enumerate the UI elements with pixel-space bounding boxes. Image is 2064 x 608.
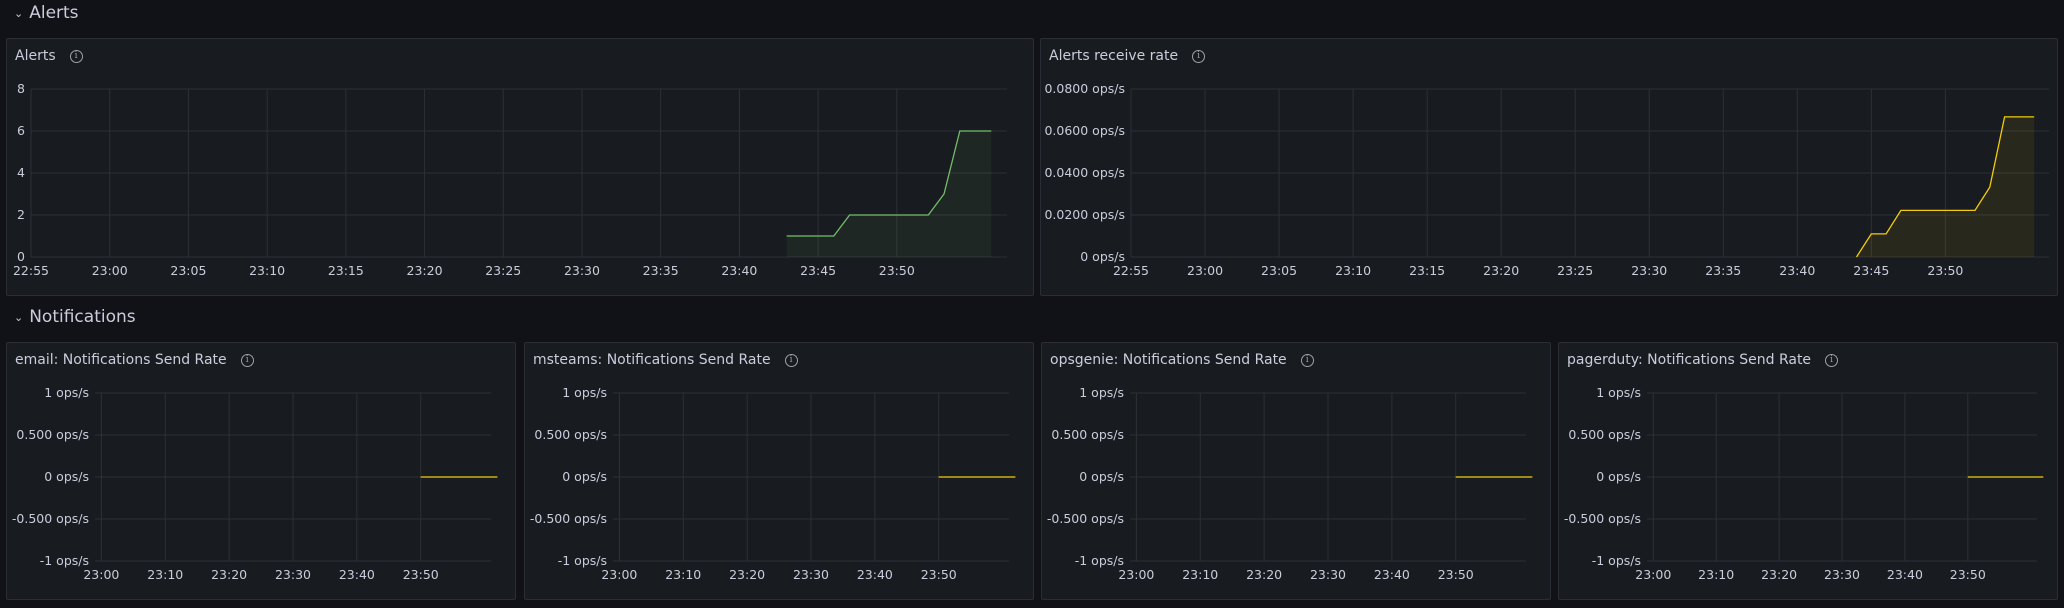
x-tick-label: 23:20 <box>729 567 765 582</box>
x-tick-label: 23:05 <box>170 263 206 278</box>
x-tick-label: 23:10 <box>1182 567 1218 582</box>
x-tick-label: 23:50 <box>403 567 439 582</box>
y-tick-label: 0.500 ops/s <box>16 427 89 442</box>
x-tick-label: 23:20 <box>1483 263 1519 278</box>
x-tick-label: 23:35 <box>643 263 679 278</box>
y-tick-label: 0.0800 ops/s <box>1044 81 1125 96</box>
y-tick-label: 0.0600 ops/s <box>1044 123 1125 138</box>
row-header-notifications[interactable]: ⌄ Notifications <box>14 307 136 327</box>
x-tick-label: 23:40 <box>857 567 893 582</box>
x-tick-label: 23:00 <box>1118 567 1154 582</box>
x-tick-label: 23:40 <box>721 263 757 278</box>
x-tick-label: 23:10 <box>249 263 285 278</box>
x-tick-label: 23:10 <box>665 567 701 582</box>
x-tick-label: 23:50 <box>1950 567 1986 582</box>
y-tick-label: 1 ops/s <box>562 385 607 400</box>
x-tick-label: 23:15 <box>328 263 364 278</box>
panel-opsgenie[interactable]: opsgenie: Notifications Send Rate i -1 o… <box>1041 342 1551 600</box>
x-tick-label: 23:20 <box>1761 567 1797 582</box>
y-tick-label: 0 <box>17 249 25 264</box>
y-tick-label: 6 <box>17 123 25 138</box>
x-tick-label: 23:00 <box>83 567 119 582</box>
panel-alerts[interactable]: Alerts i 0 2 4 6 8 22:55 23:00 23:05 23:10 23:15 2… <box>6 38 1034 296</box>
x-tick-label: 23:05 <box>1261 263 1297 278</box>
x-tick-label: 23:50 <box>879 263 915 278</box>
y-tick-label: -1 ops/s <box>558 553 607 568</box>
x-tick-label: 23:10 <box>1698 567 1734 582</box>
chevron-down-icon: ⌄ <box>14 310 24 324</box>
x-tick-label: 23:50 <box>921 567 957 582</box>
opsgenie-send-rate-chart: -1 ops/s -0.500 ops/s 0 ops/s 0.500 ops/s 1 … <box>1047 385 1533 582</box>
alerts-receive-rate-chart: 0 ops/s 0.0200 ops/s 0.0400 ops/s 0.0600 op… <box>1044 81 2049 278</box>
panel-email[interactable]: email: Notifications Send Rate i -1 ops/… <box>6 342 516 600</box>
chevron-down-icon: ⌄ <box>14 6 24 20</box>
y-tick-label: 2 <box>17 207 25 222</box>
x-tick-label: 22:55 <box>1113 263 1149 278</box>
x-tick-label: 23:30 <box>1824 567 1860 582</box>
x-tick-label: 23:10 <box>147 567 183 582</box>
panel-msteams[interactable]: msteams: Notifications Send Rate i -1 op… <box>524 342 1034 600</box>
x-tick-label: 23:50 <box>1438 567 1474 582</box>
y-tick-label: -0.500 ops/s <box>1047 511 1124 526</box>
msteams-send-rate-chart: -1 ops/s -0.500 ops/s 0 ops/s 0.500 ops/s 1 … <box>530 385 1016 582</box>
x-tick-label: 23:40 <box>1887 567 1923 582</box>
alerts-chart: 0 2 4 6 8 22:55 23:00 23:05 23:10 23:15 23:20 23:25… <box>13 81 1007 278</box>
y-tick-label: 0 ops/s <box>1079 469 1124 484</box>
panel-alerts-receive-rate[interactable]: Alerts receive rate i 0 ops/s 0.0200 ops/… <box>1040 38 2058 296</box>
x-tick-label: 23:00 <box>1635 567 1671 582</box>
y-tick-label: -1 ops/s <box>1592 553 1641 568</box>
email-send-rate-chart: -1 ops/s -0.500 ops/s 0 ops/s 0.500 ops/s 1 … <box>12 385 498 582</box>
x-tick-label: 23:00 <box>1187 263 1223 278</box>
x-tick-label: 23:30 <box>1631 263 1667 278</box>
x-tick-label: 23:35 <box>1705 263 1741 278</box>
y-tick-label: 8 <box>17 81 25 96</box>
y-tick-label: -0.500 ops/s <box>12 511 89 526</box>
x-tick-label: 23:20 <box>407 263 443 278</box>
y-tick-label: 1 ops/s <box>1079 385 1124 400</box>
x-tick-label: 23:25 <box>1557 263 1593 278</box>
y-tick-label: 1 ops/s <box>1596 385 1641 400</box>
x-tick-label: 23:40 <box>1779 263 1815 278</box>
y-tick-label: 0.500 ops/s <box>1568 427 1641 442</box>
y-tick-label: 0 ops/s <box>562 469 607 484</box>
x-tick-label: 23:20 <box>1246 567 1282 582</box>
x-tick-label: 23:10 <box>1335 263 1371 278</box>
y-tick-label: -1 ops/s <box>40 553 89 568</box>
series-area-fill <box>786 131 992 257</box>
x-tick-label: 23:30 <box>1310 567 1346 582</box>
x-tick-label: 23:20 <box>211 567 247 582</box>
y-tick-label: 4 <box>17 165 25 180</box>
x-tick-label: 23:40 <box>339 567 375 582</box>
y-tick-label: -0.500 ops/s <box>530 511 607 526</box>
x-tick-label: 23:45 <box>800 263 836 278</box>
row-title: Alerts <box>29 3 79 23</box>
y-tick-label: 1 ops/s <box>44 385 89 400</box>
x-tick-label: 23:30 <box>275 567 311 582</box>
y-tick-label: -0.500 ops/s <box>1564 511 1641 526</box>
x-tick-label: 23:00 <box>601 567 637 582</box>
panel-pagerduty[interactable]: pagerduty: Notifications Send Rate i -1 … <box>1558 342 2058 600</box>
x-tick-label: 23:45 <box>1853 263 1889 278</box>
x-tick-label: 23:00 <box>92 263 128 278</box>
x-tick-label: 23:25 <box>485 263 521 278</box>
row-header-alerts[interactable]: ⌄ Alerts <box>14 3 79 23</box>
x-tick-label: 23:15 <box>1409 263 1445 278</box>
y-tick-label: 0 ops/s <box>1596 469 1641 484</box>
y-tick-label: -1 ops/s <box>1075 553 1124 568</box>
x-tick-label: 23:30 <box>564 263 600 278</box>
y-tick-label: 0.500 ops/s <box>534 427 607 442</box>
row-title: Notifications <box>29 307 136 327</box>
x-tick-label: 23:50 <box>1927 263 1963 278</box>
x-tick-label: 22:55 <box>13 263 49 278</box>
y-tick-label: 0.500 ops/s <box>1051 427 1124 442</box>
x-tick-label: 23:30 <box>793 567 829 582</box>
y-tick-label: 0 ops/s <box>44 469 89 484</box>
y-tick-label: 0.0400 ops/s <box>1044 165 1125 180</box>
y-tick-label: 0.0200 ops/s <box>1044 207 1125 222</box>
pagerduty-send-rate-chart: -1 ops/s -0.500 ops/s 0 ops/s 0.500 ops/s 1 … <box>1564 385 2044 582</box>
x-tick-label: 23:40 <box>1374 567 1410 582</box>
y-tick-label: 0 ops/s <box>1080 249 1125 264</box>
